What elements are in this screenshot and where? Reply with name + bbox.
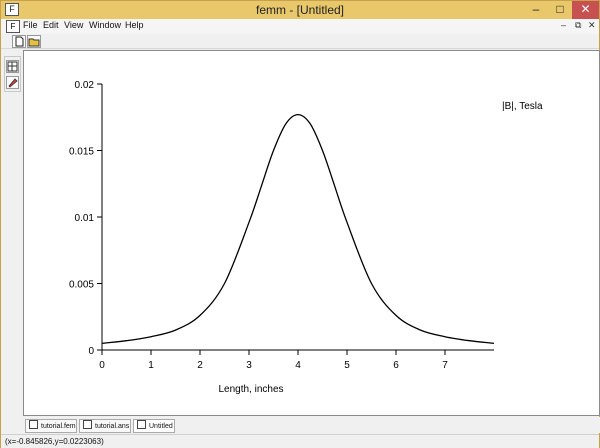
plot-icon <box>137 420 146 429</box>
series-line-b-tesla <box>101 113 495 345</box>
y-tick-label: 0.015 <box>69 147 94 158</box>
line-plot: 0 1 2 3 4 5 6 7 0 0.005 0.01 0.015 0.02 |B|, Tesla L… <box>69 80 543 395</box>
x-tick-label: 0 <box>99 360 105 371</box>
table-icon[interactable] <box>6 60 19 73</box>
close-button[interactable]: ✕ <box>572 1 599 19</box>
app-window: F femm - [Untitled] – □ ✕ F File Edit Vi… <box>0 0 600 448</box>
x-axis-label: Length, inches <box>218 384 283 395</box>
open-folder-icon[interactable] <box>27 35 41 48</box>
x-tick-label: 1 <box>148 360 154 371</box>
cursor-coordinates: (x=-0.845826,y=0.0223063) <box>5 437 104 446</box>
y-tick-label: 0.02 <box>75 80 95 91</box>
title-bar[interactable]: F femm - [Untitled] – □ ✕ <box>1 1 599 19</box>
new-file-icon[interactable] <box>12 35 26 48</box>
tab-label: Untitled <box>149 423 173 430</box>
menu-edit[interactable]: Edit <box>43 20 59 30</box>
y-tick-label: 0.01 <box>75 213 95 224</box>
tab-untitled[interactable]: Untitled <box>133 419 175 433</box>
status-bar: (x=-0.845826,y=0.0223063) <box>1 434 599 448</box>
x-tick-label: 6 <box>393 360 399 371</box>
menu-file[interactable]: File <box>23 20 38 30</box>
minimize-button[interactable]: – <box>524 1 548 19</box>
mdi-restore-button[interactable]: ⧉ <box>575 20 581 31</box>
toolbar <box>1 34 599 49</box>
x-tick-label: 4 <box>295 360 301 371</box>
tab-tutorial-ans[interactable]: tutorial.ans <box>79 419 131 433</box>
document-icon <box>29 420 38 429</box>
menu-window[interactable]: Window <box>89 20 121 30</box>
x-tick-label: 3 <box>246 360 252 371</box>
tab-label: tutorial.fem <box>41 423 76 430</box>
x-tick-label: 7 <box>442 360 448 371</box>
menu-help[interactable]: Help <box>125 20 144 30</box>
tab-label: tutorial.ans <box>95 423 130 430</box>
maximize-button[interactable]: □ <box>548 1 572 19</box>
document-tabs: tutorial.fem tutorial.ans Untitled <box>23 417 600 433</box>
window-title: femm - [Untitled] <box>255 3 345 17</box>
document-menu-icon[interactable]: F <box>6 20 20 33</box>
tab-tutorial-fem[interactable]: tutorial.fem <box>25 419 77 433</box>
y-tick-label: 0 <box>88 346 94 357</box>
legend-label: |B|, Tesla <box>502 101 543 112</box>
menu-bar: F File Edit View Window Help – ⧉ ✕ <box>1 19 599 34</box>
x-tick-label: 2 <box>197 360 203 371</box>
mdi-minimize-button[interactable]: – <box>561 20 566 30</box>
side-toolbar <box>4 56 21 92</box>
solution-icon <box>83 420 92 429</box>
y-tick-label: 0.005 <box>69 280 94 291</box>
pen-icon[interactable] <box>6 76 19 89</box>
menu-view[interactable]: View <box>64 20 83 30</box>
mdi-close-button[interactable]: ✕ <box>588 20 596 31</box>
x-tick-label: 5 <box>344 360 350 371</box>
plot-area[interactable]: 0 1 2 3 4 5 6 7 0 0.005 0.01 0.015 0.02 |B|, Tesla L… <box>23 50 600 416</box>
